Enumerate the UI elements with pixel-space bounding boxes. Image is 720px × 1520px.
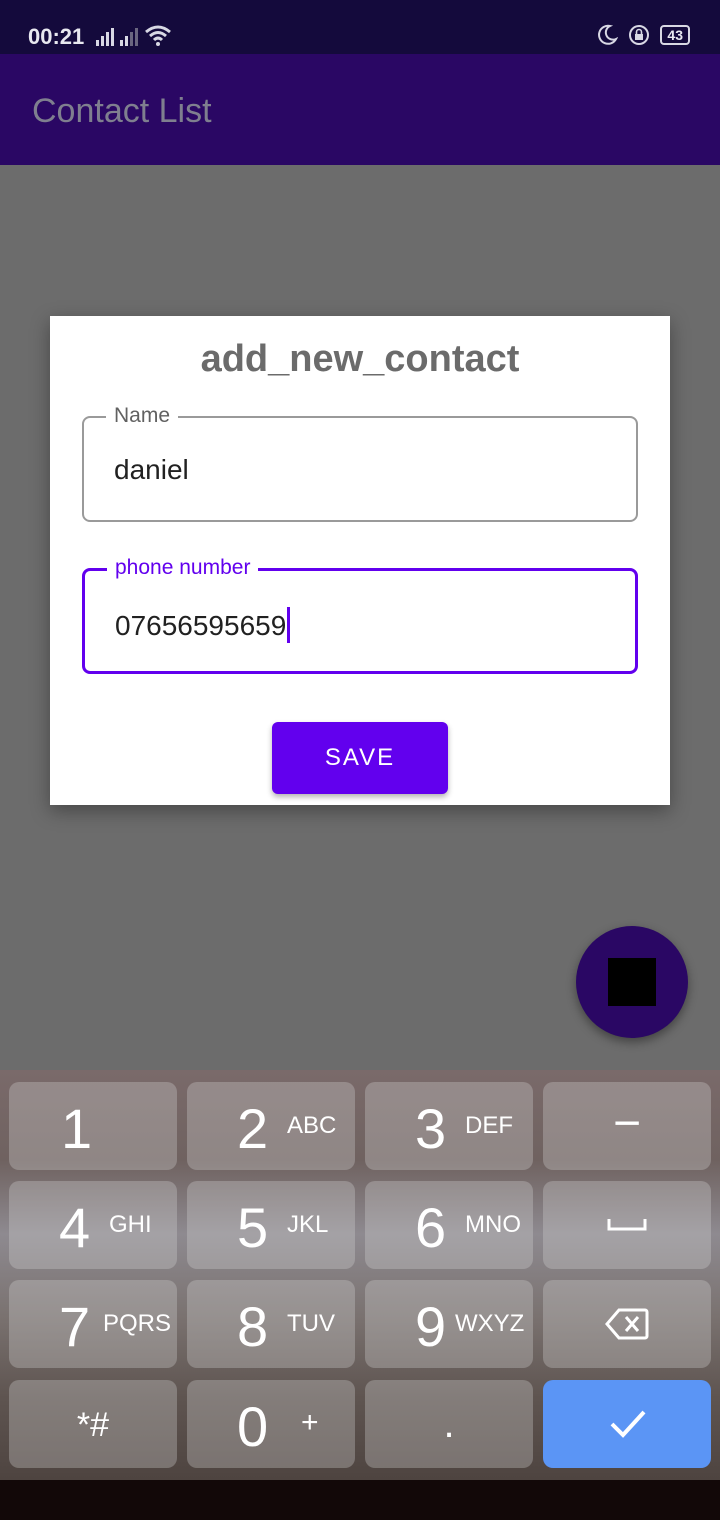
key-star-hash[interactable]: *# <box>9 1380 177 1468</box>
save-button[interactable]: SAVE <box>272 722 448 794</box>
key-backspace[interactable] <box>543 1280 711 1368</box>
key-digit: . <box>443 1402 455 1446</box>
name-field-value: daniel <box>114 454 189 485</box>
navigation-bar <box>0 1480 720 1520</box>
minus-symbol: − <box>612 1097 642 1150</box>
name-field[interactable]: Name daniel <box>82 404 638 522</box>
fab-icon <box>608 958 656 1006</box>
key-9[interactable]: 9 WXYZ <box>365 1280 533 1368</box>
app-bar: Contact List <box>0 54 720 165</box>
key-digit: 4 <box>59 1196 91 1259</box>
key-letters: JKL <box>287 1211 329 1238</box>
rotation-lock-icon <box>629 25 650 45</box>
key-letters: + <box>301 1406 319 1439</box>
app-title: Contact List <box>32 92 212 130</box>
backspace-icon <box>605 1308 649 1340</box>
signal-icon-2 <box>120 26 138 46</box>
key-digit: 1 <box>61 1097 93 1160</box>
key-period[interactable]: . <box>365 1380 533 1468</box>
key-digit: 8 <box>237 1295 269 1358</box>
signal-icon <box>96 26 114 46</box>
space-icon <box>607 1219 647 1231</box>
key-0[interactable]: 0 + <box>187 1380 355 1468</box>
add-contact-fab[interactable] <box>576 926 688 1038</box>
phone-number-field-value: 07656595659 <box>115 610 287 641</box>
battery-indicator: 43 <box>660 25 690 45</box>
key-digit: 7 <box>59 1295 91 1358</box>
wifi-icon <box>145 25 171 46</box>
phone-number-field-label: phone number <box>107 556 259 580</box>
key-digit: 5 <box>237 1196 269 1259</box>
key-letters: MNO <box>465 1211 521 1238</box>
key-digit: 3 <box>415 1097 447 1160</box>
key-letters: TUV <box>287 1310 335 1337</box>
status-icons-left <box>96 24 172 46</box>
numeric-keyboard: 1 2 ABC 3 DEF − 4 GHI 5 JKL 6 MNO 7 PQRS… <box>0 1070 720 1480</box>
dialog-title: add_new_contact <box>200 338 520 380</box>
key-done[interactable] <box>543 1380 711 1468</box>
key-digit: *# <box>76 1406 110 1444</box>
key-letters: WXYZ <box>455 1310 525 1337</box>
key-8[interactable]: 8 TUV <box>187 1280 355 1368</box>
key-space[interactable] <box>543 1181 711 1269</box>
text-cursor <box>287 607 291 643</box>
add-contact-dialog: add_new_contact Name daniel phone number… <box>50 316 670 805</box>
status-icons-right: 43 <box>596 24 690 46</box>
key-2[interactable]: 2 ABC <box>187 1082 355 1170</box>
key-minus[interactable]: − <box>543 1082 711 1170</box>
key-letters: DEF <box>465 1112 513 1139</box>
key-7[interactable]: 7 PQRS <box>9 1280 177 1368</box>
key-letters: ABC <box>287 1112 337 1139</box>
key-5[interactable]: 5 JKL <box>187 1181 355 1269</box>
key-digit: 9 <box>415 1295 447 1358</box>
key-6[interactable]: 6 MNO <box>365 1181 533 1269</box>
key-digit: 2 <box>237 1097 269 1160</box>
name-field-label: Name <box>106 404 179 428</box>
key-letters: GHI <box>109 1211 152 1238</box>
phone-number-field[interactable]: phone number 07656595659 <box>82 556 638 674</box>
key-1[interactable]: 1 <box>9 1082 177 1170</box>
key-letters: PQRS <box>103 1310 172 1337</box>
check-icon <box>610 1410 646 1438</box>
status-time: 00:21 <box>28 24 85 49</box>
key-3[interactable]: 3 DEF <box>365 1082 533 1170</box>
status-bar: 00:21 43 <box>0 0 720 54</box>
key-4[interactable]: 4 GHI <box>9 1181 177 1269</box>
key-digit: 0 <box>237 1395 269 1458</box>
key-digit: 6 <box>415 1196 447 1259</box>
moon-icon <box>598 24 619 45</box>
phone-number-field-value-wrap: 07656595659 <box>115 607 291 643</box>
